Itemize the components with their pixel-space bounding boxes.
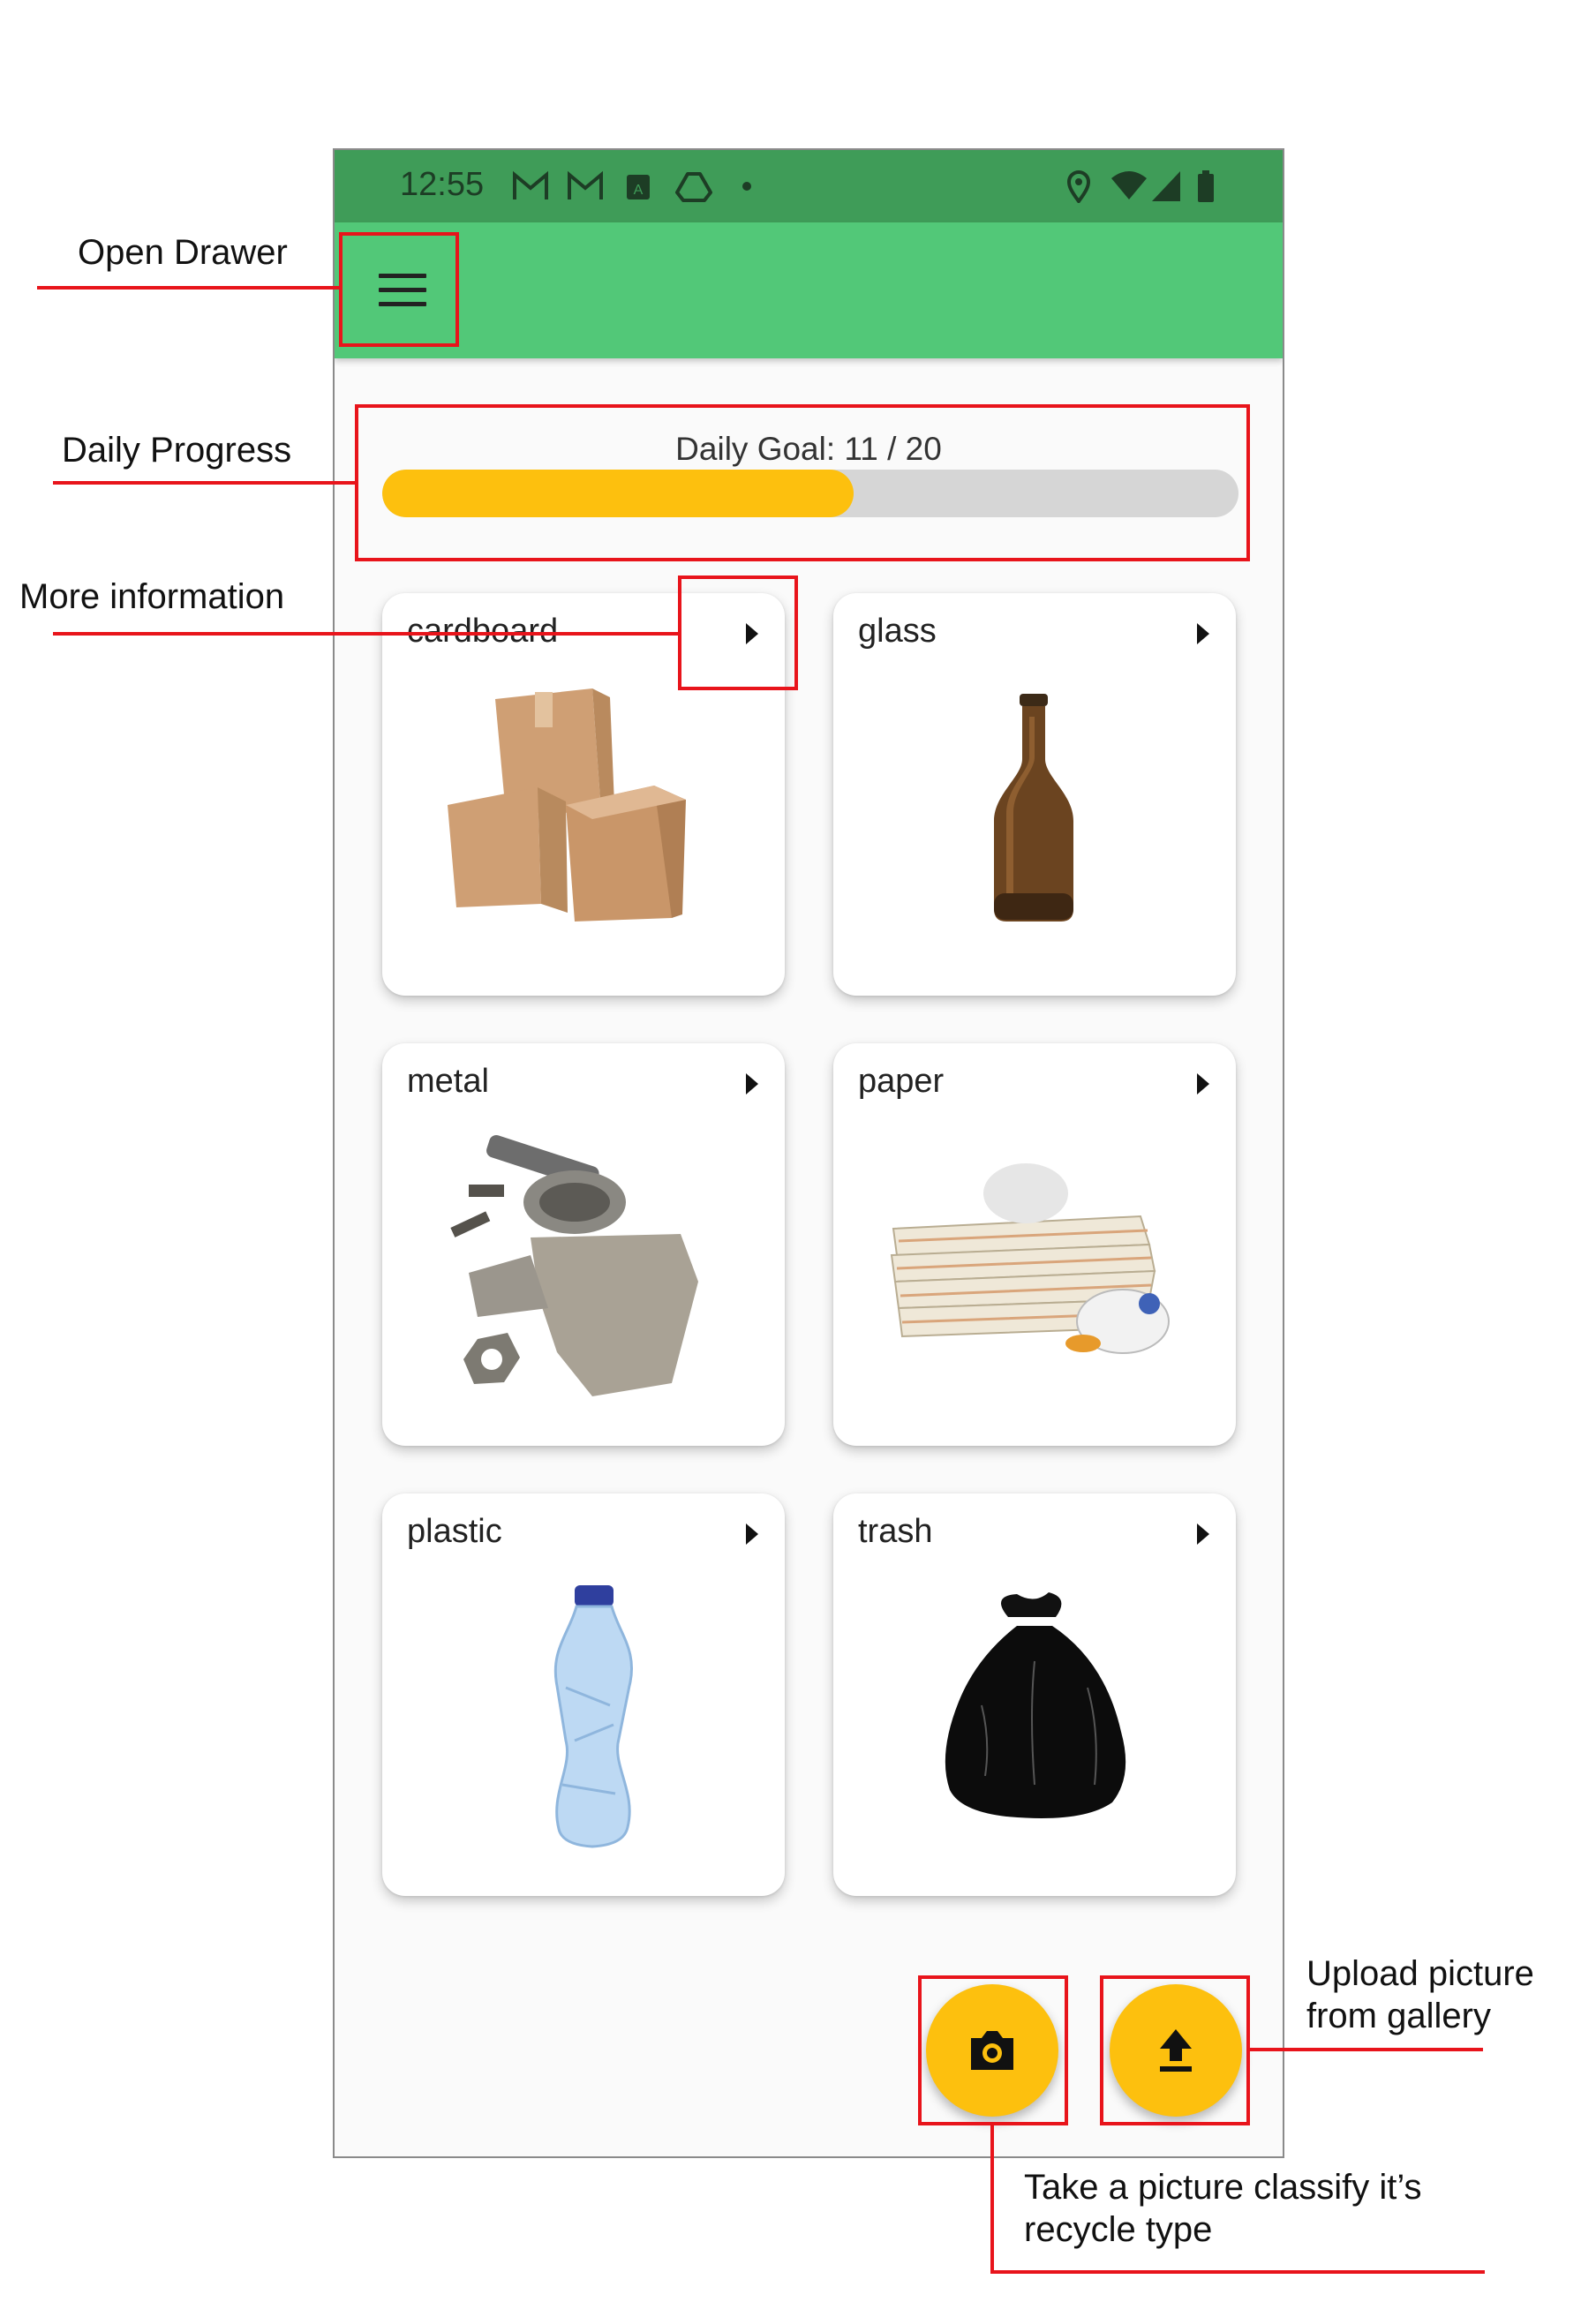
annotation-arrow	[53, 481, 355, 485]
trash-bag-image	[945, 1592, 1126, 1818]
plastic-bottle-image	[553, 1585, 634, 1848]
glass-bottle-image	[994, 694, 1073, 922]
annotation-arrow	[1248, 2048, 1483, 2051]
gmail-icon	[513, 170, 548, 199]
drive-icon	[675, 172, 712, 202]
category-label: plastic	[407, 1513, 502, 1550]
paper-stack-image	[890, 1163, 1170, 1354]
wifi-icon	[1111, 171, 1147, 199]
dot-icon	[742, 182, 751, 191]
more-info-arrow-icon[interactable]	[746, 1073, 758, 1095]
annotation-camera-line2: recycle type	[1024, 2210, 1213, 2249]
category-card-metal[interactable]: metal	[382, 1043, 785, 1446]
scrap-metal-image	[450, 1135, 698, 1396]
category-card-trash[interactable]: trash	[833, 1493, 1236, 1896]
category-label: trash	[858, 1513, 933, 1550]
annotation-arrow	[53, 632, 680, 636]
more-info-arrow-icon[interactable]	[746, 1523, 758, 1545]
category-card-paper[interactable]: paper	[833, 1043, 1236, 1446]
annotation-camera-line1: Take a picture classify it’s	[1024, 2168, 1422, 2207]
annotation-box-drawer	[339, 232, 459, 347]
battery-icon	[1198, 170, 1214, 202]
status-time: 12:55	[400, 166, 485, 203]
signal-icon	[1152, 171, 1180, 201]
category-card-glass[interactable]: glass	[833, 593, 1236, 996]
category-label: glass	[858, 613, 937, 650]
annotation-arrow	[990, 2125, 994, 2274]
annotation-arrow	[37, 286, 339, 290]
app-bar	[335, 222, 1283, 358]
location-icon	[1066, 170, 1091, 203]
annotation-upload-line1: Upload picture	[1306, 1954, 1534, 1993]
annotation-box-upload	[1100, 1975, 1250, 2125]
annotation-box-more-info	[678, 575, 798, 690]
more-info-arrow-icon[interactable]	[1197, 1523, 1209, 1545]
annotation-more-information: More information	[19, 577, 285, 616]
annotation-upload-line2: from gallery	[1306, 1997, 1491, 2035]
annotation-box-camera	[918, 1975, 1068, 2125]
category-label: metal	[407, 1063, 489, 1100]
status-bar: 12:55 A	[335, 150, 1283, 222]
annotation-daily-progress: Daily Progress	[62, 431, 292, 470]
svg-text:A: A	[634, 183, 644, 198]
cardboard-boxes-image	[448, 688, 686, 922]
more-info-arrow-icon[interactable]	[1197, 623, 1209, 644]
more-info-arrow-icon[interactable]	[1197, 1073, 1209, 1095]
annotation-open-drawer: Open Drawer	[78, 233, 288, 272]
gmail-icon	[568, 170, 603, 199]
annotation-arrow	[990, 2270, 1485, 2274]
category-card-plastic[interactable]: plastic	[382, 1493, 785, 1896]
category-label: paper	[858, 1063, 945, 1100]
annotation-box-progress	[355, 404, 1250, 561]
app-icon: A	[627, 175, 650, 199]
